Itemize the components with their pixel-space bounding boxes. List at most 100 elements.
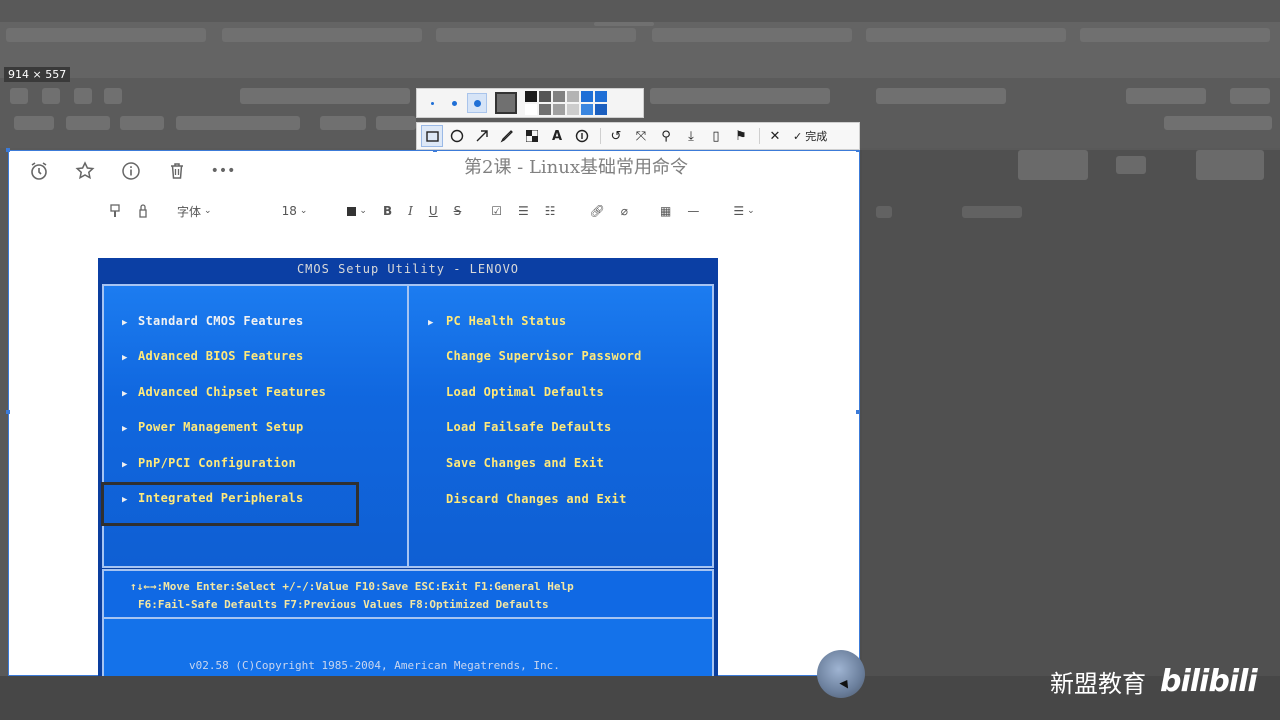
- color-swatch[interactable]: [595, 91, 607, 102]
- screenshot-selection[interactable]: ••• 第2课 - Linux基础常用命令 字体 ⌄ 18 ⌄ ⌄ B I U …: [6, 148, 860, 676]
- color-swatch[interactable]: [595, 104, 607, 115]
- bios-footer: v02.58 (C)Copyright 1985-2004, American …: [102, 619, 714, 676]
- font-family-select[interactable]: 字体 ⌄: [172, 201, 217, 221]
- link-icon[interactable]: 🔗︎: [585, 201, 610, 221]
- clear-format-icon[interactable]: [132, 201, 154, 221]
- bios-right-item: PC Health Status: [446, 314, 567, 328]
- doc-title: 第2课 - Linux基础常用命令: [464, 157, 689, 178]
- toolbar-separator: [600, 128, 601, 144]
- bookmark-icon[interactable]: ⚑: [730, 125, 752, 147]
- trash-icon[interactable]: [165, 159, 189, 183]
- color-swatch[interactable]: [525, 104, 537, 115]
- format-brush-icon[interactable]: [104, 201, 126, 221]
- bold-icon[interactable]: B: [378, 201, 397, 221]
- color-swatch[interactable]: [539, 104, 551, 115]
- bios-menu-panel: ▶ Standard CMOS Features ▶ Advanced BIOS…: [101, 284, 714, 568]
- color-swatch[interactable]: [525, 91, 537, 102]
- selection-size-readout: 914 × 557: [4, 67, 71, 82]
- watermark: 新盟教育 bilibili: [1050, 664, 1258, 699]
- underline-icon[interactable]: U: [424, 201, 443, 221]
- color-swatch[interactable]: [553, 104, 565, 115]
- bios-copyright: v02.58 (C)Copyright 1985-2004, American …: [189, 659, 560, 672]
- stroke-small-option[interactable]: [423, 94, 441, 112]
- bios-left-item: Power Management Setup: [138, 420, 304, 434]
- info-icon[interactable]: [119, 159, 143, 183]
- text-tool-icon[interactable]: A: [546, 125, 568, 147]
- stroke-large-option[interactable]: [467, 93, 487, 113]
- italic-icon[interactable]: I: [403, 201, 418, 221]
- format-toolbar: 字体 ⌄ 18 ⌄ ⌄ B I U S ☑ ☰ ☷ 🔗︎ ⌀ ▦ — ☰ ⌄: [104, 201, 766, 221]
- more-icon[interactable]: •••: [211, 159, 236, 183]
- strikethrough-icon[interactable]: S: [449, 201, 467, 221]
- chevron-down-icon: ⌄: [204, 206, 212, 216]
- pin-icon[interactable]: ⚲: [655, 125, 677, 147]
- phone-icon[interactable]: ▯: [705, 125, 727, 147]
- text-color-select[interactable]: ⌄: [342, 201, 372, 221]
- download-icon[interactable]: ⤓: [680, 125, 702, 147]
- bullet-list-icon[interactable]: ☰: [513, 201, 534, 221]
- close-icon[interactable]: ✕: [764, 125, 786, 147]
- dimmed-browser-tabs: [0, 22, 1280, 78]
- checkmark-icon: ✓: [793, 129, 803, 143]
- bios-help-bar: ↑↓←→:Move Enter:Select +/-/:Value F10:Sa…: [102, 569, 714, 619]
- user-avatar[interactable]: [817, 650, 865, 698]
- resize-handle-left[interactable]: [6, 410, 10, 414]
- arrow-right-icon: ▶: [122, 318, 128, 328]
- table-icon[interactable]: ▦: [655, 201, 676, 221]
- bilibili-logo: bilibili: [1160, 664, 1258, 699]
- doc-action-icons: •••: [27, 159, 235, 183]
- number-marker-tool-icon[interactable]: [571, 125, 593, 147]
- arrow-tool-icon[interactable]: [471, 125, 493, 147]
- alarm-clock-icon[interactable]: [27, 159, 51, 183]
- done-label: 完成: [805, 130, 828, 143]
- rectangle-tool-icon[interactable]: [421, 125, 443, 147]
- ellipse-tool-icon[interactable]: [446, 125, 468, 147]
- color-swatch[interactable]: [581, 91, 593, 102]
- done-button[interactable]: ✓ 完成: [789, 128, 831, 144]
- watermark-text: 新盟教育: [1050, 670, 1146, 698]
- mosaic-tool-icon[interactable]: [521, 125, 543, 147]
- bios-right-item: Change Supervisor Password: [446, 349, 642, 363]
- bios-right-item: Discard Changes and Exit: [446, 492, 627, 506]
- chevron-down-icon: ⌄: [359, 206, 367, 216]
- dimmed-background-left: [0, 150, 8, 680]
- current-color-swatch[interactable]: [495, 92, 517, 114]
- undo-icon[interactable]: ↺: [605, 125, 627, 147]
- arrow-right-icon: ▶: [122, 389, 128, 399]
- bios-left-item: PnP/PCI Configuration: [138, 456, 297, 470]
- star-icon[interactable]: [73, 159, 97, 183]
- bios-right-item: Load Failsafe Defaults: [446, 420, 612, 434]
- font-size-value: 18: [281, 204, 297, 218]
- font-size-select[interactable]: 18 ⌄: [277, 201, 313, 221]
- attachment-icon[interactable]: ⌀: [616, 201, 633, 221]
- color-swatch[interactable]: [567, 91, 579, 102]
- bios-right-item: Save Changes and Exit: [446, 456, 605, 470]
- annotation-style-toolbar: [416, 88, 644, 118]
- font-family-label: 字体: [177, 204, 202, 219]
- color-swatch[interactable]: [567, 104, 579, 115]
- align-select[interactable]: ☰ ⌄: [728, 201, 759, 221]
- stroke-medium-option[interactable]: [445, 94, 463, 112]
- bios-left-item: Standard CMOS Features: [138, 314, 304, 328]
- chevron-down-icon: ⌄: [747, 206, 755, 216]
- help-line-2: F6:Fail-Safe Defaults F7:Previous Values…: [138, 598, 549, 611]
- color-swatch-icon: [347, 206, 357, 216]
- dimmed-background-right: [862, 150, 1280, 680]
- crop-screen-icon[interactable]: ⤧: [630, 125, 652, 147]
- arrow-right-icon: ▶: [428, 318, 434, 328]
- divider-icon[interactable]: —: [682, 201, 704, 221]
- align-left-icon: ☰: [733, 204, 745, 218]
- numbered-list-icon[interactable]: ☷: [540, 201, 561, 221]
- color-swatch[interactable]: [553, 91, 565, 102]
- toolbar-separator: [759, 128, 760, 144]
- arrow-right-icon: ▶: [122, 353, 128, 363]
- pen-tool-icon[interactable]: [496, 125, 518, 147]
- resize-handle-tl[interactable]: [6, 148, 10, 152]
- resize-handle-right[interactable]: [856, 410, 860, 414]
- highlight-rectangle-annotation[interactable]: [101, 482, 359, 526]
- checklist-icon[interactable]: ☑: [486, 201, 507, 221]
- color-swatch[interactable]: [539, 91, 551, 102]
- arrow-right-icon: ▶: [122, 460, 128, 470]
- bios-divider: [407, 286, 409, 566]
- color-swatch[interactable]: [581, 104, 593, 115]
